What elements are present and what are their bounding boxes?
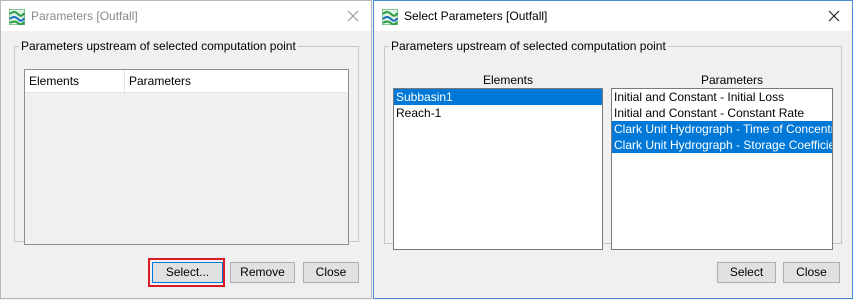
list-item[interactable]: Initial and Constant - Initial Loss: [612, 89, 832, 105]
parameters-group: Parameters upstream of selected computat…: [384, 39, 842, 250]
elements-header: Elements: [482, 73, 534, 87]
column-header-elements[interactable]: Elements: [25, 70, 125, 92]
close-icon[interactable]: [341, 4, 365, 28]
parameters-header: Parameters: [700, 73, 764, 87]
list-item[interactable]: Subbasin1: [394, 89, 602, 105]
close-button[interactable]: Close: [303, 262, 359, 283]
elements-list[interactable]: Subbasin1 Reach-1: [393, 88, 603, 250]
parameters-group: Parameters upstream of selected computat…: [14, 39, 359, 245]
window-title: Parameters [Outfall]: [31, 9, 138, 23]
group-label: Parameters upstream of selected computat…: [391, 39, 666, 53]
parameters-list[interactable]: Initial and Constant - Initial Loss Init…: [611, 88, 833, 250]
title-bar: Parameters [Outfall]: [1, 1, 371, 31]
list-item[interactable]: Reach-1: [394, 105, 602, 121]
select-parameters-dialog: Select Parameters [Outfall] Parameters u…: [373, 0, 853, 299]
select-button[interactable]: Select: [717, 262, 776, 283]
group-label: Parameters upstream of selected computat…: [21, 39, 296, 53]
highlight-box: [148, 258, 225, 287]
list-item[interactable]: Clark Unit Hydrograph - Time of Concentr…: [612, 121, 832, 137]
list-item[interactable]: Clark Unit Hydrograph - Storage Coeffici…: [612, 137, 832, 153]
title-bar: Select Parameters [Outfall]: [374, 1, 852, 31]
app-logo-icon: [9, 9, 25, 25]
window-title: Select Parameters [Outfall]: [404, 9, 548, 23]
parameters-table[interactable]: Elements Parameters: [24, 69, 349, 245]
close-button[interactable]: Close: [783, 262, 840, 283]
column-header-parameters[interactable]: Parameters: [125, 70, 348, 92]
app-logo-icon: [382, 9, 398, 25]
table-header: Elements Parameters: [25, 70, 348, 93]
list-item[interactable]: Initial and Constant - Constant Rate: [612, 105, 832, 121]
close-icon[interactable]: [822, 4, 846, 28]
parameters-dialog: Parameters [Outfall] Parameters upstream…: [0, 0, 372, 299]
remove-button[interactable]: Remove: [230, 262, 295, 283]
